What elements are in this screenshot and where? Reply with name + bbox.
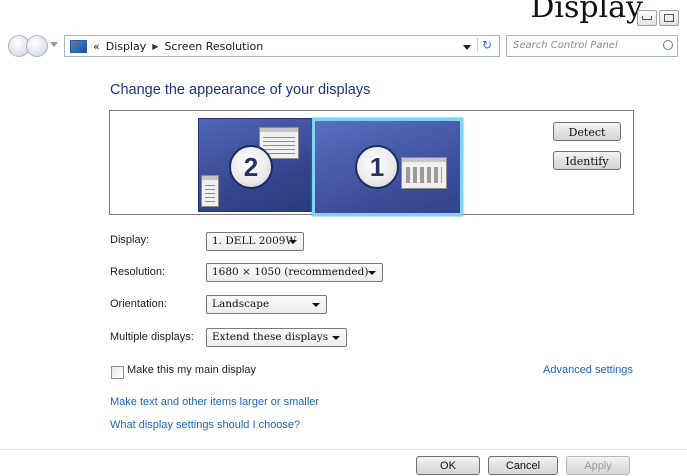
orientation-select[interactable]: Landscape xyxy=(206,295,327,314)
maximize-button[interactable] xyxy=(659,10,679,26)
monitor-1[interactable]: 1 xyxy=(312,118,463,216)
multiple-displays-select[interactable]: Extend these displays xyxy=(206,328,347,347)
window-title-bar: Display xyxy=(0,0,687,32)
cancel-button[interactable]: Cancel xyxy=(488,456,558,475)
footer-divider xyxy=(0,449,687,450)
orientation-label: Orientation: xyxy=(110,298,167,310)
multiple-displays-select-value: Extend these displays xyxy=(212,331,329,343)
resolution-label: Resolution: xyxy=(110,266,166,278)
breadcrumb-screen-resolution[interactable]: Screen Resolution xyxy=(164,40,263,53)
control-panel-icon xyxy=(70,39,87,53)
page-title: Change the appearance of your displays xyxy=(110,82,371,98)
window-thumbnail xyxy=(201,175,219,207)
search-icon[interactable] xyxy=(663,40,673,50)
resolution-select[interactable]: 1680 × 1050 (recommended) xyxy=(206,263,383,282)
address-history-dropdown-icon[interactable] xyxy=(463,44,471,50)
display-select[interactable]: 1. DELL 2009W xyxy=(206,232,304,251)
orientation-select-value: Landscape xyxy=(212,298,270,310)
breadcrumb-overflow-chevron[interactable]: « xyxy=(93,40,100,53)
ok-button[interactable]: OK xyxy=(416,456,480,475)
identify-button[interactable]: Identify xyxy=(553,151,621,170)
recent-pages-dropdown[interactable] xyxy=(50,42,58,47)
advanced-settings-link[interactable]: Advanced settings xyxy=(543,364,633,376)
search-input[interactable] xyxy=(507,36,669,54)
breadcrumb-separator-icon[interactable]: ▶ xyxy=(152,42,158,51)
chevron-down-icon xyxy=(312,303,320,307)
display-label: Display: xyxy=(110,234,150,246)
navigation-bar: « Display ▶ Screen Resolution ↻ xyxy=(0,33,687,59)
chevron-down-icon xyxy=(332,336,340,340)
multiple-displays-label: Multiple displays: xyxy=(110,331,194,343)
address-actions: ↻ xyxy=(463,38,496,52)
address-bar[interactable]: « Display ▶ Screen Resolution ↻ xyxy=(64,35,500,57)
monitor-number-badge: 2 xyxy=(229,145,273,189)
detect-button[interactable]: Detect xyxy=(553,122,621,141)
apply-button[interactable]: Apply xyxy=(566,456,630,475)
window-controls xyxy=(637,10,679,26)
minimize-icon xyxy=(642,16,652,20)
display-settings-help-link[interactable]: What display settings should I choose? xyxy=(110,419,300,431)
main-display-checkbox-label[interactable]: Make this my main display xyxy=(127,364,256,376)
window-title-fragment: Display xyxy=(530,0,643,25)
resolution-select-value: 1680 × 1050 (recommended) xyxy=(212,266,369,278)
breadcrumb: « Display ▶ Screen Resolution xyxy=(93,40,263,53)
forward-button[interactable] xyxy=(26,35,48,57)
main-display-checkbox[interactable] xyxy=(111,366,124,379)
minimize-button[interactable] xyxy=(637,10,657,26)
window-thumbnail xyxy=(401,157,447,189)
text-size-link[interactable]: Make text and other items larger or smal… xyxy=(110,396,319,408)
display-select-value: 1. DELL 2009W xyxy=(212,235,297,247)
refresh-icon[interactable]: ↻ xyxy=(477,38,496,52)
search-box[interactable] xyxy=(506,35,678,57)
monitor-arrangement-panel: 2 1 Detect Identify xyxy=(109,110,634,216)
monitor-number-badge: 1 xyxy=(355,145,399,189)
chevron-down-icon xyxy=(368,271,376,275)
breadcrumb-display[interactable]: Display xyxy=(106,40,147,53)
maximize-icon xyxy=(664,14,674,22)
monitor-2[interactable]: 2 xyxy=(198,118,312,212)
chevron-down-icon xyxy=(289,240,297,244)
